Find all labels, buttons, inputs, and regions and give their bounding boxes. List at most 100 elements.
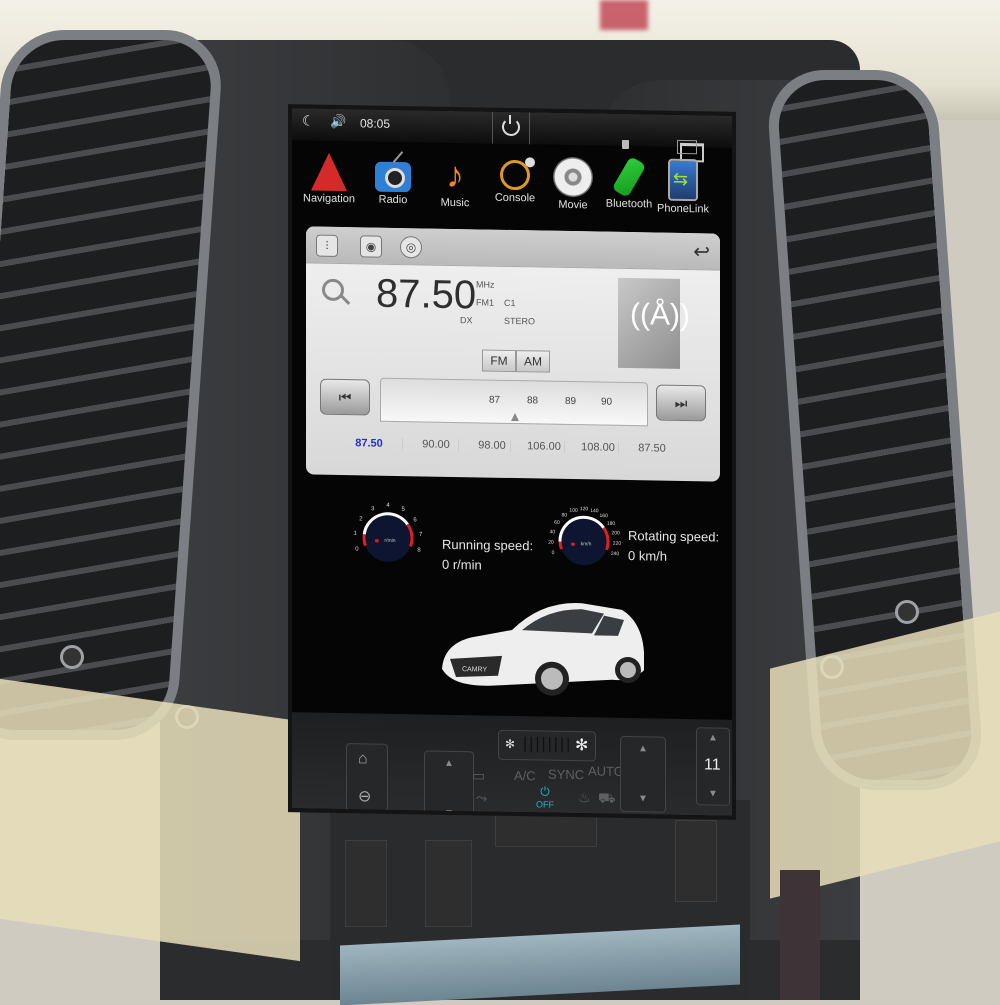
gauge-tick-label: 80 xyxy=(562,512,568,518)
gauge-needle xyxy=(570,542,575,546)
temp-right-stepper[interactable]: ▲ ▼ xyxy=(620,735,666,813)
gauge-tick-label: 140 xyxy=(590,508,599,514)
speed-value: 0 km/h xyxy=(628,548,668,564)
car-image: CAMRY xyxy=(442,603,644,696)
speed-label: Rotating speed: xyxy=(628,528,720,545)
rpm-label: Running speed: xyxy=(442,536,534,554)
temp-left-stepper[interactable]: ▲ ▼ xyxy=(424,750,474,816)
auto-button[interactable]: AUTO xyxy=(588,763,624,779)
power-icon xyxy=(502,117,520,137)
rpm-value: 0 r/min xyxy=(442,556,482,573)
defrost-front-icon[interactable]: ♨ xyxy=(578,789,591,806)
gauge-tick-label: 7 xyxy=(419,532,423,538)
speed-gauge: 0 20 40 6080100 120 140160 180 200 220 240 km/h xyxy=(548,506,622,566)
ac-button[interactable]: A/C xyxy=(514,768,536,783)
dx-label: DX xyxy=(460,315,473,326)
speaker-icon[interactable]: ◉ xyxy=(360,235,382,258)
head-unit-screen: ☾ 🔊 08:05 Navigation Radio ♪ Music Conso… xyxy=(292,108,732,816)
power-icon: ⏻ xyxy=(540,784,550,799)
channel-label: C1 xyxy=(504,297,516,309)
dial-tick: 90 xyxy=(601,396,613,408)
climate-power-button[interactable]: ⏻ OFF xyxy=(536,784,554,809)
gauge-tick-label: 2 xyxy=(359,516,363,522)
climate-bar: ⌂ ⊖ ▲ ▼ ✻ |||||||| ✻ ▭ A/C SYNC AUTO ⤳ ⏻… xyxy=(292,712,732,816)
app-navigation[interactable]: Navigation xyxy=(298,148,360,205)
signal-tower-tile: ((Å)) xyxy=(618,277,690,369)
frequency-unit: MHz xyxy=(476,279,495,290)
rpm-gauge: 0 1 2 3 4 5 6 7 8 r/min xyxy=(354,503,423,562)
moon-icon[interactable]: ☾ xyxy=(302,112,315,129)
app-label: Radio xyxy=(378,193,408,207)
volume-icon[interactable]: 🔊 xyxy=(330,114,346,130)
app-bluetooth[interactable]: Bluetooth xyxy=(598,154,660,211)
down-arrow-icon: ▼ xyxy=(638,793,648,805)
equalizer-icon[interactable]: ⫶ xyxy=(316,234,338,257)
fan-high-icon: ✻ xyxy=(575,737,589,755)
seek-next-button[interactable]: ⏭ xyxy=(656,384,706,422)
radio-icon xyxy=(375,161,411,193)
search-icon[interactable] xyxy=(322,278,344,302)
app-label: Music xyxy=(440,196,470,210)
defrost-rear-icon[interactable]: ▭ xyxy=(472,767,485,784)
gauge-tick-label: 180 xyxy=(607,521,616,527)
gauge-tick-label: 220 xyxy=(613,541,622,547)
gauge-tick-label: 20 xyxy=(548,540,554,546)
up-arrow-icon: ▲ xyxy=(638,743,648,755)
app-console[interactable]: Console xyxy=(484,152,546,205)
back-icon[interactable]: ↩ xyxy=(693,239,710,264)
dial-pointer xyxy=(511,412,519,422)
seek-prev-button[interactable]: ⏮ xyxy=(320,378,370,416)
dial-tick: 87 xyxy=(489,394,501,406)
stereo-label: STERO xyxy=(504,315,536,327)
home-icon: ⌂ xyxy=(358,750,368,768)
music-icon: ♪ xyxy=(446,153,464,196)
app-music[interactable]: ♪ Music xyxy=(424,150,486,209)
navigation-icon xyxy=(311,152,347,192)
background-object xyxy=(600,0,648,30)
back-circle-icon: ⊖ xyxy=(358,788,372,806)
gauge-tick-label: 120 xyxy=(580,506,589,512)
fm-button[interactable]: FM xyxy=(482,349,516,373)
app-radio[interactable]: Radio xyxy=(362,149,424,206)
fan-speed-slider[interactable]: ✻ |||||||| ✻ xyxy=(498,729,596,762)
frequency-dial[interactable]: 87 88 89 90 xyxy=(380,377,648,427)
gauge-unit: r/min xyxy=(384,538,395,544)
gauge-arc-low xyxy=(362,534,367,547)
temperature-stepper[interactable]: ▲ 11 ▼ xyxy=(696,727,730,806)
usb-icon xyxy=(622,139,629,150)
dashboard-buttons xyxy=(780,870,820,1000)
power-button[interactable] xyxy=(492,111,530,145)
preset-6[interactable]: 87.50 xyxy=(618,441,685,456)
vent-knob xyxy=(895,600,919,624)
antenna-icon: ((Å)) xyxy=(630,298,690,333)
app-label: Bluetooth xyxy=(605,197,653,211)
home-button[interactable]: ⌂ ⊖ xyxy=(346,743,388,812)
gauge-tick-label: 1 xyxy=(354,531,358,537)
status-bar: ☾ 🔊 08:05 xyxy=(292,108,732,148)
app-launcher: Navigation Radio ♪ Music Console Movie B… xyxy=(292,148,732,232)
am-button[interactable]: AM xyxy=(516,350,550,373)
sync-button[interactable]: SYNC xyxy=(548,767,584,783)
protective-wrap-left xyxy=(0,678,300,962)
radio-toolbar: ⫶ ◉ ◎ ↩ xyxy=(306,226,720,271)
dial-tick: 89 xyxy=(565,395,577,408)
preset-1[interactable]: 87.50 xyxy=(336,437,402,450)
up-arrow-icon: ▲ xyxy=(444,757,454,769)
app-label: PhoneLink xyxy=(657,202,709,216)
disc-icon[interactable]: ◎ xyxy=(400,236,422,259)
gauge-tick-label: 40 xyxy=(550,529,556,535)
fan-low-icon: ✻ xyxy=(505,736,516,752)
fan-level-bars: |||||||| xyxy=(523,735,573,754)
gauge-arc-low xyxy=(558,541,563,550)
app-movie[interactable]: Movie xyxy=(542,153,604,212)
dial-tick: 88 xyxy=(527,395,539,407)
gauge-tick-label: 3 xyxy=(371,506,375,512)
clock: 08:05 xyxy=(360,116,391,131)
gauge-tick-label: 8 xyxy=(417,548,421,554)
app-phonelink[interactable]: PhoneLink xyxy=(652,154,714,215)
recirculation-icon[interactable]: ⛟ xyxy=(598,790,616,809)
gauge-tick-label: 160 xyxy=(600,513,609,519)
gauge-needle xyxy=(374,538,379,543)
air-direction-icon[interactable]: ⤳ xyxy=(476,789,487,806)
temperature-display: 11 xyxy=(704,756,721,774)
